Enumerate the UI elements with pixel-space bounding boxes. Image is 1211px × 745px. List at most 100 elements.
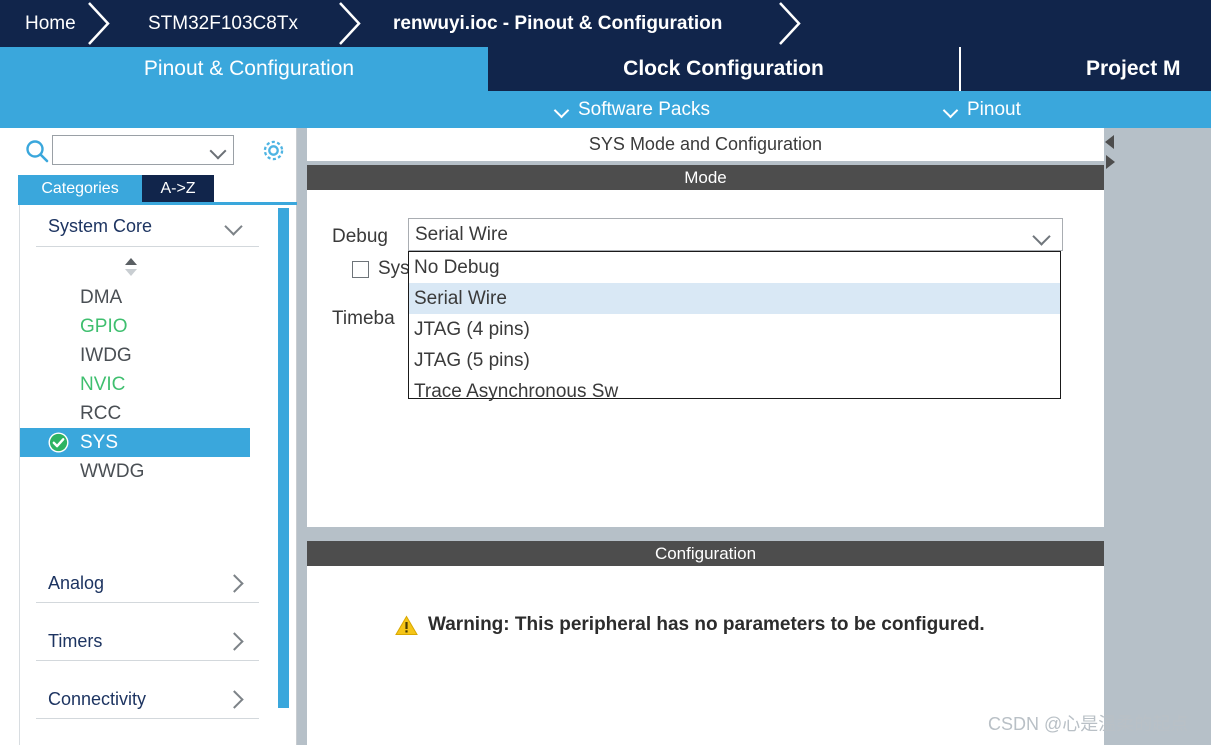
- breadcrumb-separator-icon: [775, 0, 809, 47]
- dropdown-option[interactable]: JTAG (5 pins): [409, 345, 1060, 376]
- tab-clock-configuration[interactable]: Clock Configuration: [488, 47, 959, 91]
- group-title: Connectivity: [48, 688, 147, 709]
- peripheral-label: SYS: [80, 431, 119, 453]
- dropdown-option-label: JTAG (4 pins): [414, 318, 530, 340]
- chevron-right-icon: [226, 635, 241, 646]
- configuration-section-body: Warning: This peripheral has no paramete…: [307, 566, 1104, 745]
- right-panel-splitter[interactable]: [1104, 128, 1116, 745]
- group-title: System Core: [48, 215, 153, 236]
- chevron-down-icon: [226, 220, 241, 231]
- peripheral-label: DMA: [80, 286, 123, 308]
- sys-checkbox-label: Sys: [378, 258, 410, 279]
- debug-label: Debug: [332, 226, 388, 247]
- main-tab-bar: Pinout & Configuration Clock Configurati…: [0, 47, 1211, 91]
- dropdown-option-selected[interactable]: Serial Wire: [409, 283, 1060, 314]
- triangle-right-icon[interactable]: [1104, 154, 1116, 170]
- warning-text: Warning: This peripheral has no paramete…: [428, 614, 985, 635]
- sys-checkbox-row[interactable]: Sys: [352, 258, 410, 280]
- menu-label: Pinout: [967, 98, 1021, 120]
- peripheral-label: RCC: [80, 402, 122, 424]
- peripheral-label: GPIO: [80, 315, 128, 337]
- page-title: SYS Mode and Configuration: [307, 128, 1104, 161]
- group-header-system-core[interactable]: System Core: [20, 207, 259, 245]
- list-item[interactable]: GPIO: [20, 312, 250, 341]
- list-item[interactable]: IWDG: [20, 341, 250, 370]
- secondary-toolbar: Software Packs Pinout: [0, 91, 1211, 128]
- debug-combobox[interactable]: Serial Wire: [408, 218, 1063, 251]
- breadcrumb-separator-icon: [84, 0, 118, 47]
- group-divider: [36, 602, 259, 603]
- search-icon: [24, 138, 50, 164]
- list-item[interactable]: RCC: [20, 399, 250, 428]
- gear-icon[interactable]: [260, 137, 287, 164]
- mode-section-body: Debug Timeba Sys Serial Wire No Debug Se…: [307, 190, 1104, 527]
- configuration-panel: SYS Mode and Configuration Mode Debug Ti…: [307, 128, 1211, 745]
- group-title: Timers: [48, 630, 103, 651]
- menu-pinout[interactable]: Pinout: [944, 91, 1021, 128]
- peripheral-list-panel: Categories A->Z System Core DMA GPIO IWD…: [0, 128, 297, 745]
- tab-label: Categories: [41, 179, 119, 197]
- tab-project-manager[interactable]: Project M: [961, 47, 1211, 91]
- menu-label: Software Packs: [578, 98, 710, 120]
- sort-arrows-icon[interactable]: [122, 256, 140, 278]
- section-label: Mode: [684, 167, 727, 187]
- chevron-right-icon: [226, 577, 241, 588]
- dropdown-option-label: Serial Wire: [414, 287, 507, 309]
- breadcrumb: Home STM32F103C8Tx renwuyi.ioc - Pinout …: [0, 0, 1211, 47]
- panel-splitter[interactable]: [297, 128, 307, 745]
- group-divider: [36, 718, 259, 719]
- application-window: Home STM32F103C8Tx renwuyi.ioc - Pinout …: [0, 0, 1211, 745]
- group-header-connectivity[interactable]: Connectivity: [20, 680, 259, 718]
- tab-categories[interactable]: Categories: [18, 175, 142, 202]
- tab-label: Pinout & Configuration: [143, 57, 355, 80]
- breadcrumb-separator-icon: [335, 0, 369, 47]
- tab-label: Project M: [1086, 57, 1181, 80]
- watermark: CSDN @心是温柔的起点: [988, 714, 1189, 734]
- breadcrumb-item-file[interactable]: renwuyi.ioc - Pinout & Configuration: [393, 0, 722, 47]
- search-input-wrapper[interactable]: [52, 135, 234, 165]
- tab-a-to-z[interactable]: A->Z: [142, 175, 214, 202]
- breadcrumb-item-home[interactable]: Home: [25, 0, 76, 47]
- warning-triangle-icon: [395, 615, 418, 636]
- search-input[interactable]: [57, 138, 211, 164]
- sidebar-scrollbar-thumb[interactable]: [278, 208, 289, 708]
- warning-message: Warning: This peripheral has no paramete…: [395, 614, 985, 636]
- list-item-sys[interactable]: SYS: [20, 428, 250, 457]
- peripheral-tree: System Core DMA GPIO IWDG NVIC RCC SYS W…: [19, 205, 278, 745]
- group-header-analog[interactable]: Analog: [20, 564, 259, 602]
- list-mode-tabs: Categories A->Z: [18, 175, 297, 202]
- chevron-down-icon[interactable]: [1034, 230, 1050, 241]
- list-item[interactable]: WWDG: [20, 457, 250, 486]
- chevron-down-icon: [555, 105, 569, 114]
- dropdown-option-label: No Debug: [414, 256, 500, 278]
- list-item[interactable]: DMA: [20, 283, 250, 312]
- tab-label: Clock Configuration: [623, 57, 824, 80]
- peripheral-label: IWDG: [80, 344, 132, 366]
- peripheral-label: WWDG: [80, 460, 145, 482]
- dropdown-option-label: JTAG (5 pins): [414, 349, 530, 371]
- sys-checkbox[interactable]: [352, 260, 369, 278]
- triangle-left-icon[interactable]: [1104, 134, 1116, 150]
- search-row: [0, 128, 297, 173]
- chevron-right-icon: [226, 693, 241, 704]
- dropdown-option[interactable]: JTAG (4 pins): [409, 314, 1060, 345]
- debug-dropdown-list[interactable]: No Debug Serial Wire JTAG (4 pins) JTAG …: [408, 251, 1061, 402]
- breadcrumb-label: renwuyi.ioc - Pinout & Configuration: [393, 12, 723, 34]
- group-divider: [36, 246, 259, 247]
- tab-pinout-configuration[interactable]: Pinout & Configuration: [10, 47, 488, 91]
- group-divider: [36, 660, 259, 661]
- chevron-down-icon: [944, 105, 958, 114]
- menu-software-packs[interactable]: Software Packs: [555, 91, 710, 128]
- group-title: Analog: [48, 572, 105, 593]
- tab-label: A->Z: [160, 179, 196, 197]
- group-header-timers[interactable]: Timers: [20, 622, 259, 660]
- dropdown-option[interactable]: No Debug: [409, 252, 1060, 283]
- dropdown-option[interactable]: Trace Asynchronous Sw: [409, 376, 1060, 407]
- breadcrumb-item-device[interactable]: STM32F103C8Tx: [148, 0, 298, 47]
- chevron-down-icon[interactable]: [211, 145, 226, 155]
- page-title-label: SYS Mode and Configuration: [588, 134, 823, 154]
- section-header-mode: Mode: [307, 165, 1104, 190]
- timebase-label: Timeba: [332, 308, 395, 329]
- list-item[interactable]: NVIC: [20, 370, 250, 399]
- breadcrumb-label: Home: [25, 12, 76, 34]
